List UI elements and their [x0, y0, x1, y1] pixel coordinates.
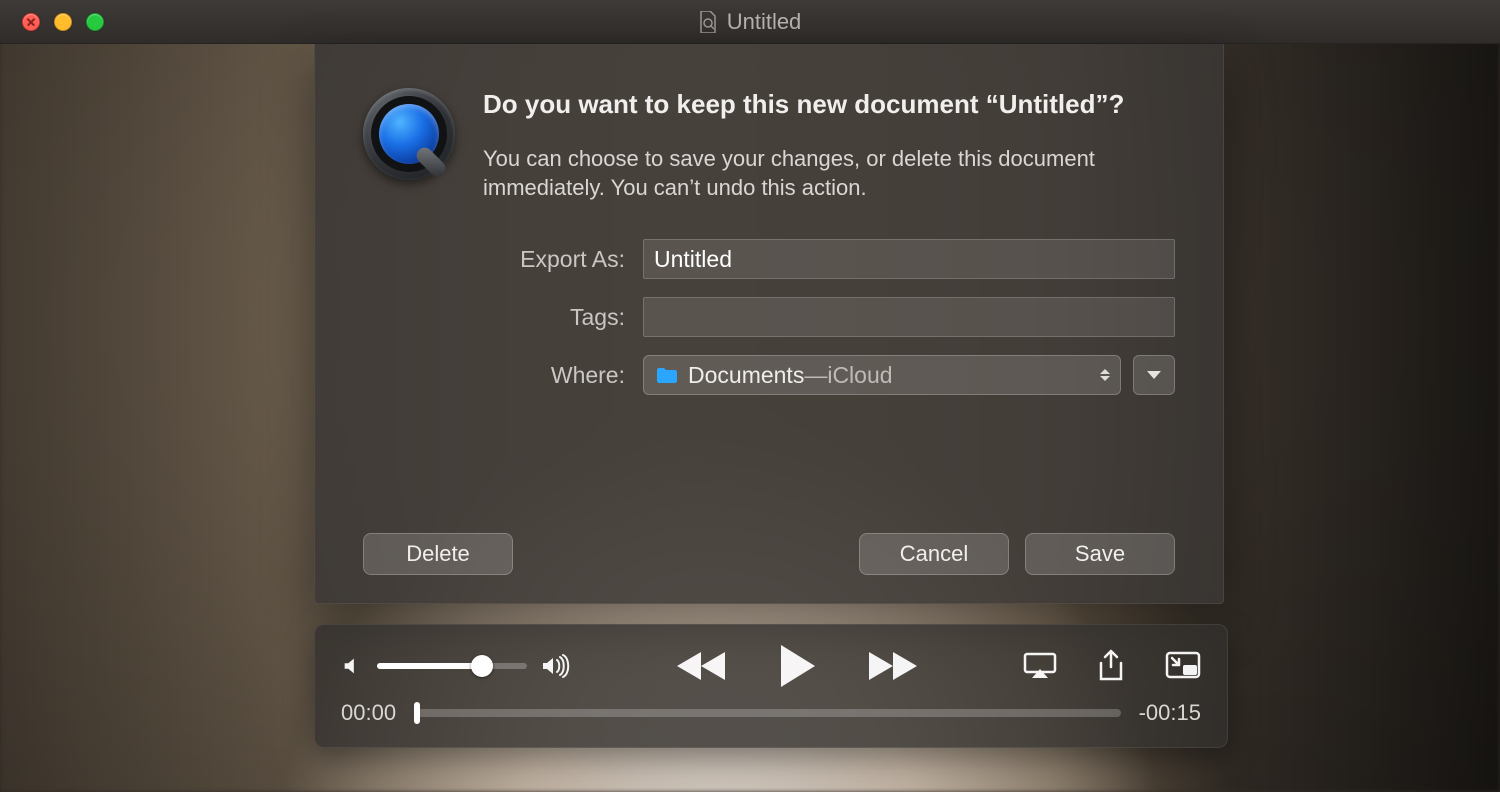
minimize-window-button[interactable] — [54, 13, 72, 31]
right-controls — [1023, 649, 1201, 683]
where-folder-name: Documents — [688, 362, 804, 389]
share-button[interactable] — [1097, 649, 1125, 683]
window-titlebar: Untitled — [0, 0, 1500, 44]
save-sheet: Do you want to keep this new document “U… — [314, 44, 1224, 604]
volume-slider[interactable] — [377, 663, 527, 669]
document-icon — [699, 11, 717, 33]
export-as-input[interactable] — [643, 239, 1175, 279]
where-separator: — — [804, 362, 827, 389]
elapsed-time: 00:00 — [341, 700, 396, 726]
volume-high-icon — [541, 654, 571, 678]
export-as-label: Export As: — [363, 246, 643, 273]
scrubber[interactable] — [414, 709, 1121, 717]
video-player-controls: 00:00 -00:15 — [314, 624, 1228, 748]
dialog-body: You can choose to save your changes, or … — [483, 144, 1175, 203]
where-label: Where: — [363, 362, 643, 389]
zoom-window-button[interactable] — [86, 13, 104, 31]
traffic-lights — [0, 13, 104, 31]
volume-low-icon — [341, 655, 363, 677]
picture-in-picture-button[interactable] — [1165, 651, 1201, 681]
rewind-button[interactable] — [675, 648, 727, 684]
tags-input[interactable] — [643, 297, 1175, 337]
window-title-text: Untitled — [727, 9, 802, 35]
tags-label: Tags: — [363, 304, 643, 331]
popup-stepper-icon — [1100, 369, 1110, 381]
fast-forward-button[interactable] — [867, 648, 919, 684]
where-location-popup[interactable]: Documents — iCloud — [643, 355, 1121, 395]
airplay-button[interactable] — [1023, 652, 1057, 680]
cancel-button[interactable]: Cancel — [859, 533, 1009, 575]
folder-icon — [656, 367, 678, 384]
save-button[interactable]: Save — [1025, 533, 1175, 575]
transport-controls — [675, 643, 919, 689]
dialog-heading: Do you want to keep this new document “U… — [483, 88, 1175, 122]
where-source: iCloud — [827, 362, 892, 389]
window-title: Untitled — [0, 9, 1500, 35]
delete-button[interactable]: Delete — [363, 533, 513, 575]
volume-group — [341, 654, 571, 678]
quicktime-app-icon — [363, 88, 455, 180]
play-button[interactable] — [777, 643, 817, 689]
remaining-time: -00:15 — [1139, 700, 1201, 726]
save-form: Export As: Tags: Where: Documents — iCl — [363, 239, 1175, 395]
close-window-button[interactable] — [22, 13, 40, 31]
playhead[interactable] — [414, 702, 420, 724]
chevron-down-icon — [1147, 371, 1161, 379]
timeline: 00:00 -00:15 — [341, 693, 1201, 733]
expand-save-panel-button[interactable] — [1133, 355, 1175, 395]
